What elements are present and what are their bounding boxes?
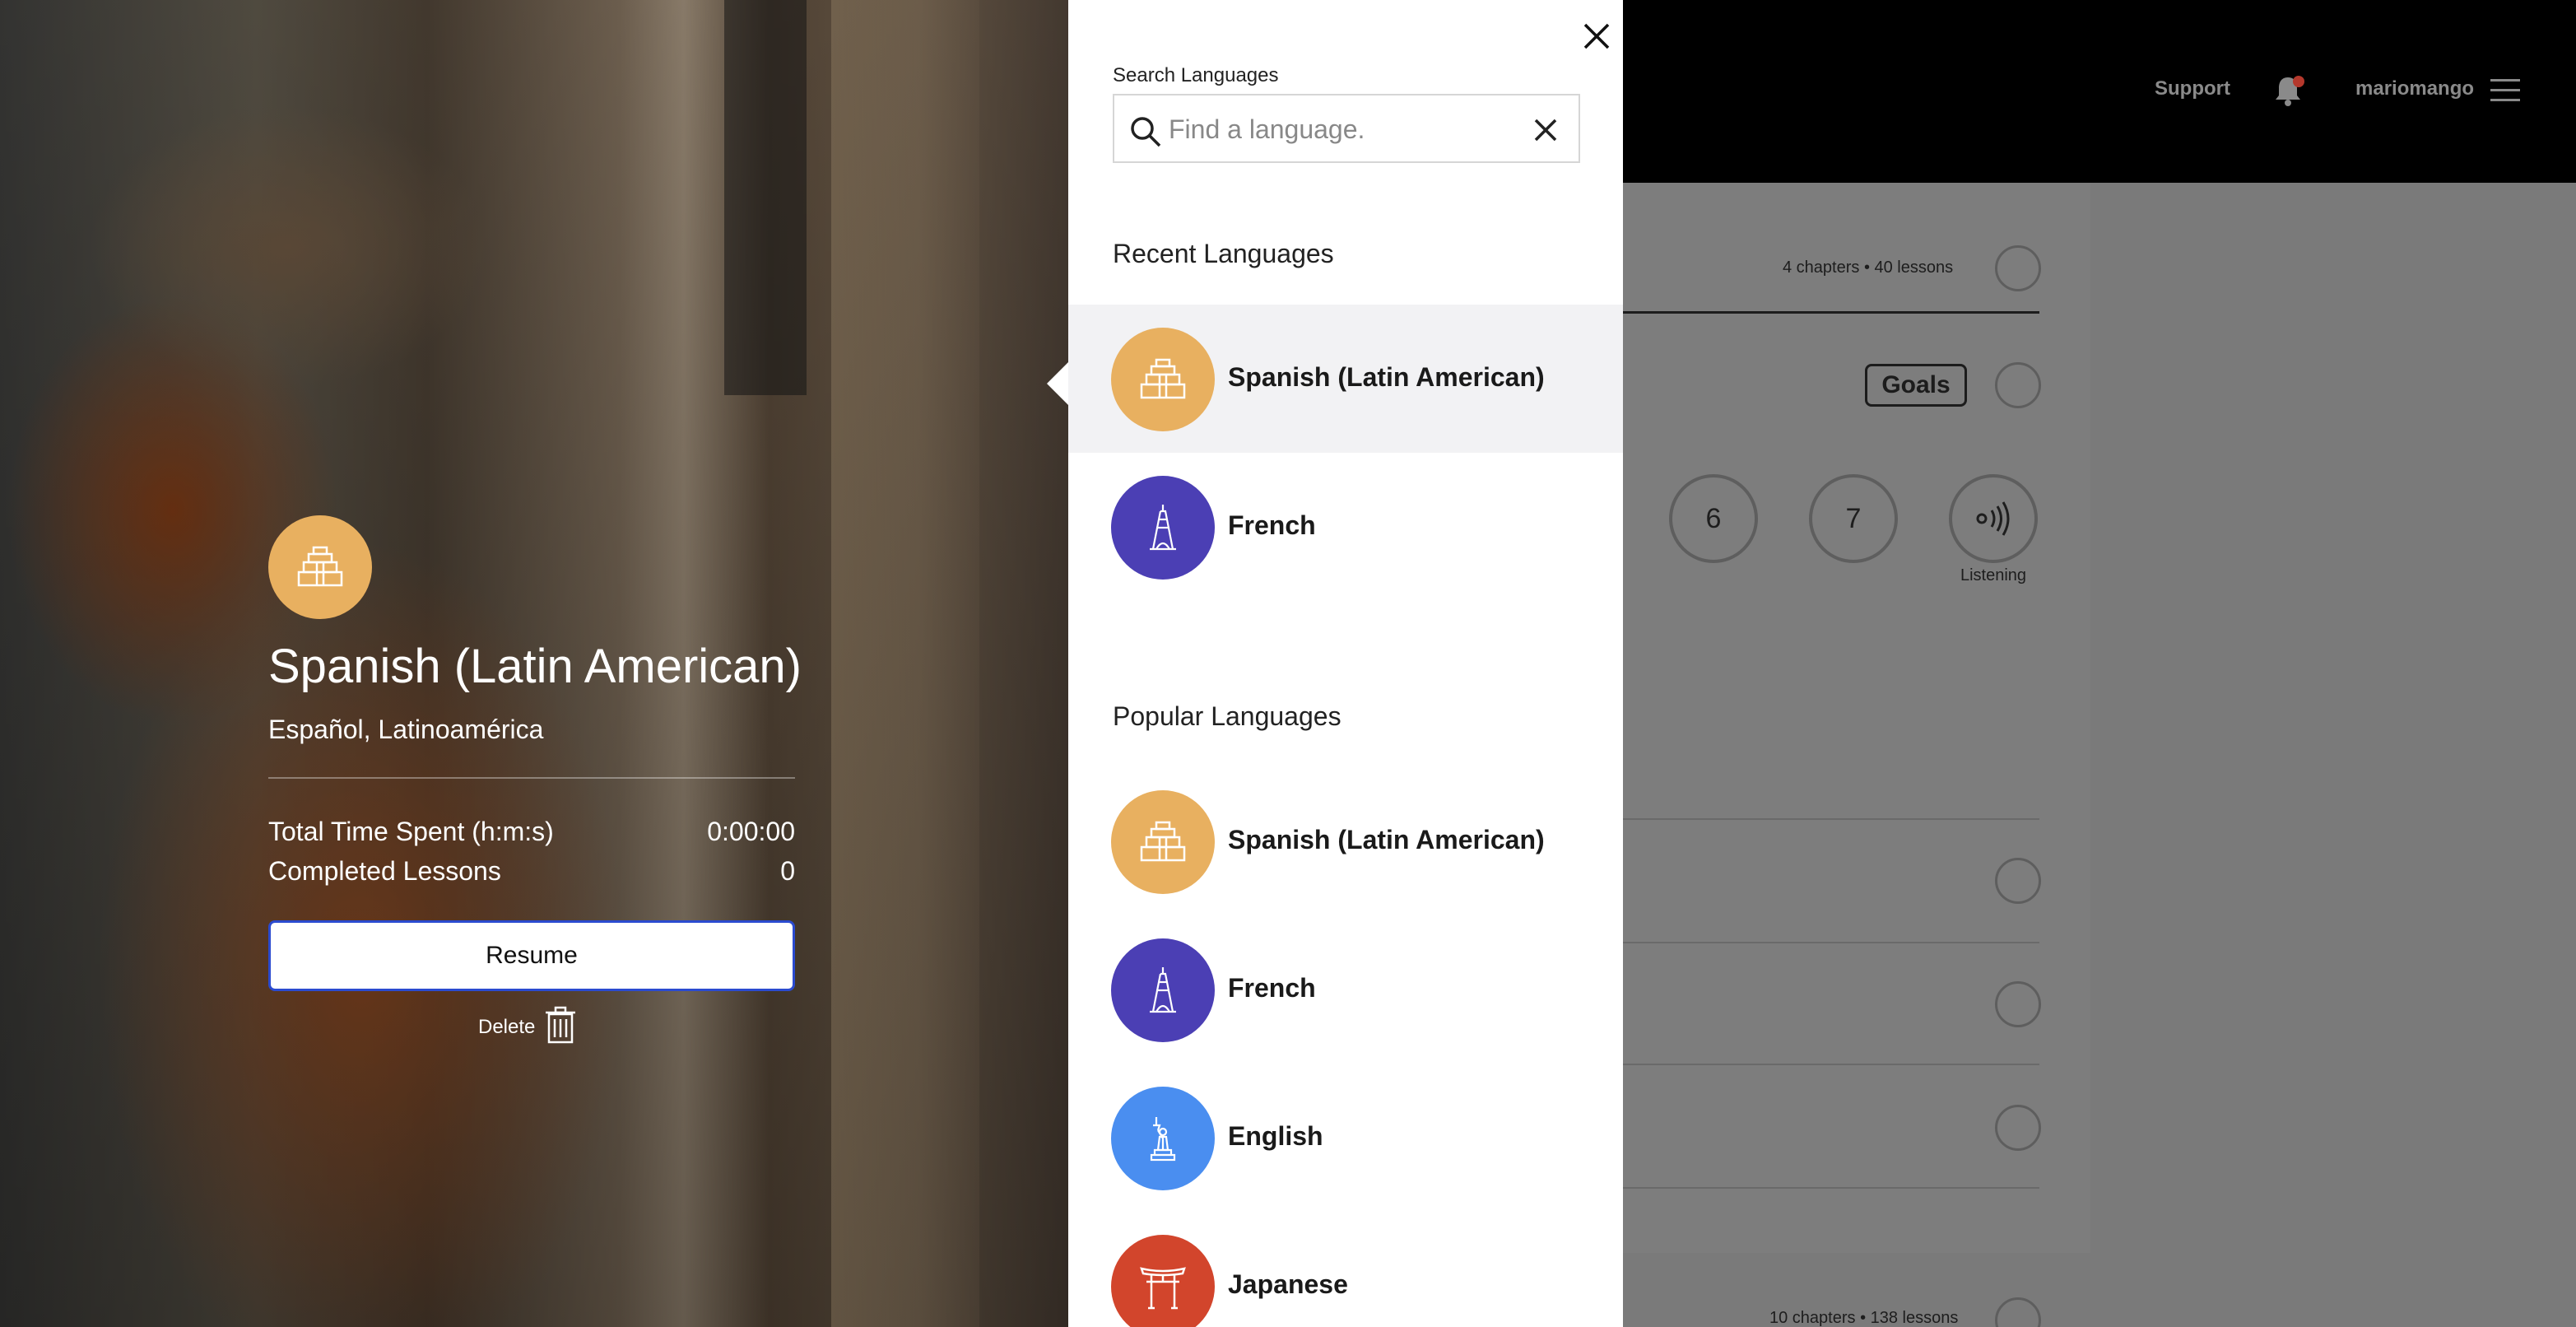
course-meta-top: 4 chapters • 40 lessons	[1783, 258, 1954, 277]
divider	[1623, 942, 2039, 943]
stat-value: 0	[780, 856, 795, 886]
language-hero-panel: Spanish (Latin American) Español, Latino…	[0, 0, 1068, 1327]
search-label: Search Languages	[1113, 64, 1279, 86]
popular-language-french[interactable]: French	[1068, 915, 1623, 1064]
recent-languages-title: Recent Languages	[1113, 239, 1334, 268]
language-name: Japanese	[1228, 1269, 1348, 1299]
progress-ring	[1995, 1105, 2041, 1151]
divider	[1623, 1187, 2039, 1189]
stat-label: Completed Lessons	[268, 856, 501, 886]
language-badge	[1111, 1235, 1215, 1327]
language-badge	[1111, 476, 1215, 580]
support-link[interactable]: Support	[2155, 77, 2230, 100]
eiffel-tower-icon	[1150, 505, 1176, 551]
progress-ring	[1995, 858, 2041, 904]
divider	[268, 777, 795, 779]
language-name: English	[1228, 1121, 1323, 1151]
search-icon	[1131, 117, 1161, 147]
language-badge	[268, 515, 372, 619]
hero-background-wall	[831, 0, 979, 1327]
popular-language-english[interactable]: English	[1068, 1064, 1623, 1212]
language-badge	[1111, 1087, 1215, 1190]
language-name: Spanish (Latin American)	[1228, 825, 1545, 854]
stat-label: Total Time Spent (h:m:s)	[268, 817, 554, 846]
progress-ring	[1995, 1297, 2041, 1327]
statue-of-liberty-icon	[1150, 1117, 1176, 1162]
divider	[1623, 311, 2039, 314]
pyramid-icon	[297, 546, 343, 587]
notification-dot	[2293, 76, 2304, 87]
language-native-name: Español, Latinoamérica	[268, 715, 544, 744]
language-badge	[1111, 938, 1215, 1042]
progress-ring	[1995, 981, 2041, 1027]
listening-icon	[1976, 501, 2010, 536]
lesson-6-button[interactable]: 6	[1669, 474, 1758, 563]
popular-language-spanish[interactable]: Spanish (Latin American)	[1068, 767, 1623, 915]
close-drawer-icon[interactable]	[1579, 18, 1615, 54]
divider	[1623, 818, 2039, 820]
listening-button[interactable]	[1949, 474, 2038, 563]
language-name: French	[1228, 973, 1316, 1003]
stat-value: 0:00:00	[707, 817, 795, 846]
popular-language-japanese[interactable]: Japanese	[1068, 1212, 1623, 1327]
popular-languages-title: Popular Languages	[1113, 701, 1341, 731]
stat-time-spent: Total Time Spent (h:m:s) 0:00:00	[268, 817, 795, 850]
pyramid-icon	[1140, 358, 1186, 399]
course-meta-bottom: 10 chapters • 138 lessons	[1769, 1309, 1959, 1327]
goals-button[interactable]: Goals	[1865, 364, 1967, 407]
hero-background-window	[724, 0, 807, 395]
recent-language-spanish[interactable]: Spanish (Latin American)	[1068, 305, 1623, 453]
recent-language-french[interactable]: French	[1068, 453, 1623, 601]
language-badge	[1111, 790, 1215, 894]
language-badge	[1111, 328, 1215, 431]
listening-label: Listening	[1960, 566, 2027, 584]
language-drawer: Search Languages Recent Languages Spanis…	[1068, 0, 1623, 1327]
course-panel	[1623, 183, 2090, 1253]
language-name: Spanish (Latin American)	[1228, 362, 1545, 392]
hamburger-menu-icon[interactable]	[2490, 79, 2520, 102]
clear-search-icon[interactable]	[1529, 114, 1562, 147]
torii-gate-icon	[1140, 1267, 1186, 1310]
resume-button[interactable]: Resume	[268, 920, 795, 991]
language-name: French	[1228, 510, 1316, 540]
username-label[interactable]: mariomango	[2355, 77, 2474, 100]
language-title: Spanish (Latin American)	[268, 640, 802, 693]
lesson-7-button[interactable]: 7	[1809, 474, 1898, 563]
eiffel-tower-icon	[1150, 967, 1176, 1013]
divider	[1623, 1064, 2039, 1065]
progress-ring	[1995, 245, 2041, 291]
search-box	[1113, 94, 1580, 163]
progress-ring	[1995, 362, 2041, 408]
selection-pointer	[1047, 362, 1068, 405]
language-search-input[interactable]	[1169, 109, 1514, 150]
delete-label: Delete	[478, 1016, 536, 1038]
stat-completed-lessons: Completed Lessons 0	[268, 856, 795, 889]
pyramid-icon	[1140, 821, 1186, 862]
trash-icon	[546, 1006, 575, 1044]
